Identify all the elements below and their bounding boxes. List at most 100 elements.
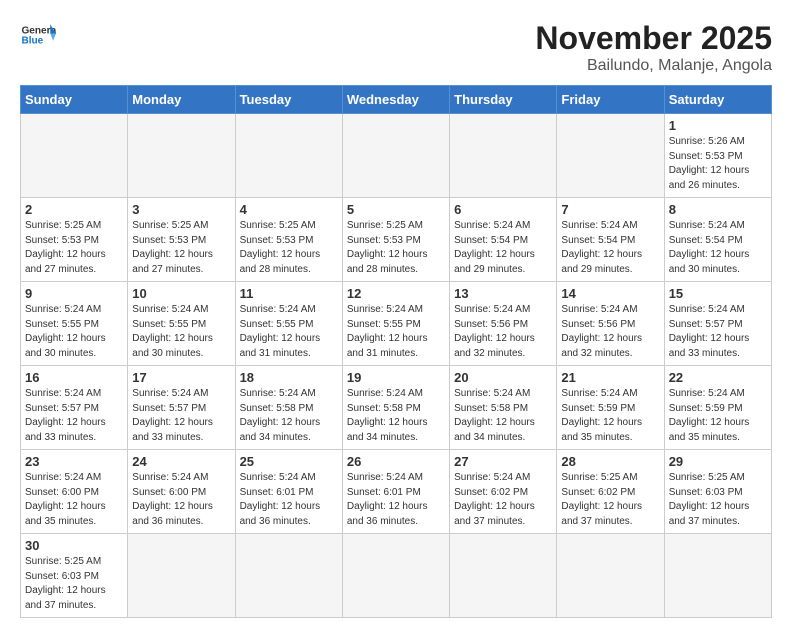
day-number: 12 — [347, 286, 445, 301]
day-info: Sunrise: 5:24 AM Sunset: 5:54 PM Dayligh… — [669, 219, 767, 277]
table-row: 17 Sunrise: 5:24 AM Sunset: 5:57 PM Dayli… — [128, 366, 235, 450]
day-info: Sunrise: 5:25 AM Sunset: 6:03 PM Dayligh… — [25, 555, 123, 613]
day-number: 19 — [347, 370, 445, 385]
table-row: 11Sunrise: 5:24 AM Sunset: 5:55 PM Dayli… — [235, 282, 342, 366]
day-number: 20 — [454, 370, 552, 385]
day-number: 9 — [25, 286, 123, 301]
col-monday: Monday — [128, 86, 235, 114]
day-info: Sunrise: 5:26 AM Sunset: 5:53 PM Dayligh… — [669, 135, 767, 193]
table-row: 27 Sunrise: 5:24 AM Sunset: 6:02 PM Dayli… — [450, 450, 557, 534]
table-row — [235, 534, 342, 618]
day-info: Sunrise: 5:24 AM Sunset: 6:01 PM Dayligh… — [347, 471, 445, 529]
table-row — [128, 114, 235, 198]
day-info: Sunrise: 5:24 AM Sunset: 5:58 PM Dayligh… — [240, 387, 338, 445]
table-row: 9Sunrise: 5:24 AM Sunset: 5:55 PM Daylig… — [21, 282, 128, 366]
day-info: Sunrise: 5:24 AM Sunset: 6:00 PM Dayligh… — [25, 471, 123, 529]
day-info: Sunrise: 5:24 AM Sunset: 5:56 PM Dayligh… — [454, 303, 552, 361]
table-row — [450, 114, 557, 198]
day-number: 10 — [132, 286, 230, 301]
day-number: 24 — [132, 454, 230, 469]
day-info: Sunrise: 5:25 AM Sunset: 5:53 PM Dayligh… — [347, 219, 445, 277]
table-row — [557, 534, 664, 618]
table-row — [450, 534, 557, 618]
table-row: 15 Sunrise: 5:24 AM Sunset: 5:57 PM Dayli… — [664, 282, 771, 366]
day-number: 29 — [669, 454, 767, 469]
table-row: 12 Sunrise: 5:24 AM Sunset: 5:55 PM Dayli… — [342, 282, 449, 366]
day-info: Sunrise: 5:24 AM Sunset: 6:00 PM Dayligh… — [132, 471, 230, 529]
day-info: Sunrise: 5:24 AM Sunset: 5:58 PM Dayligh… — [347, 387, 445, 445]
logo-icon: General Blue — [20, 20, 56, 50]
day-number: 14 — [561, 286, 659, 301]
table-row: 16 Sunrise: 5:24 AM Sunset: 5:57 PM Dayli… — [21, 366, 128, 450]
day-number: 7 — [561, 202, 659, 217]
table-row: 5Sunrise: 5:25 AM Sunset: 5:53 PM Daylig… — [342, 198, 449, 282]
day-info: Sunrise: 5:25 AM Sunset: 5:53 PM Dayligh… — [132, 219, 230, 277]
day-number: 4 — [240, 202, 338, 217]
day-info: Sunrise: 5:24 AM Sunset: 5:58 PM Dayligh… — [454, 387, 552, 445]
day-info: Sunrise: 5:24 AM Sunset: 5:59 PM Dayligh… — [561, 387, 659, 445]
day-info: Sunrise: 5:24 AM Sunset: 5:55 PM Dayligh… — [347, 303, 445, 361]
col-friday: Friday — [557, 86, 664, 114]
day-number: 1 — [669, 118, 767, 133]
table-row: 21 Sunrise: 5:24 AM Sunset: 5:59 PM Dayli… — [557, 366, 664, 450]
table-row — [128, 534, 235, 618]
table-row — [557, 114, 664, 198]
title-area: November 2025 Bailundo, Malanje, Angola — [535, 20, 772, 75]
calendar-table: Sunday Monday Tuesday Wednesday Thursday… — [20, 85, 772, 618]
table-row: 20 Sunrise: 5:24 AM Sunset: 5:58 PM Dayli… — [450, 366, 557, 450]
day-number: 22 — [669, 370, 767, 385]
col-thursday: Thursday — [450, 86, 557, 114]
day-info: Sunrise: 5:25 AM Sunset: 6:02 PM Dayligh… — [561, 471, 659, 529]
day-info: Sunrise: 5:25 AM Sunset: 6:03 PM Dayligh… — [669, 471, 767, 529]
table-row: 23Sunrise: 5:24 AM Sunset: 6:00 PM Dayli… — [21, 450, 128, 534]
day-number: 26 — [347, 454, 445, 469]
day-info: Sunrise: 5:24 AM Sunset: 5:55 PM Dayligh… — [132, 303, 230, 361]
col-wednesday: Wednesday — [342, 86, 449, 114]
table-row: 2Sunrise: 5:25 AM Sunset: 5:53 PM Daylig… — [21, 198, 128, 282]
table-row — [342, 534, 449, 618]
table-row: 19 Sunrise: 5:24 AM Sunset: 5:58 PM Dayli… — [342, 366, 449, 450]
table-row: 14 Sunrise: 5:24 AM Sunset: 5:56 PM Dayli… — [557, 282, 664, 366]
day-info: Sunrise: 5:24 AM Sunset: 6:02 PM Dayligh… — [454, 471, 552, 529]
col-tuesday: Tuesday — [235, 86, 342, 114]
day-info: Sunrise: 5:24 AM Sunset: 5:57 PM Dayligh… — [25, 387, 123, 445]
day-info: Sunrise: 5:24 AM Sunset: 5:56 PM Dayligh… — [561, 303, 659, 361]
table-row: 13 Sunrise: 5:24 AM Sunset: 5:56 PM Dayli… — [450, 282, 557, 366]
table-row: 28Sunrise: 5:25 AM Sunset: 6:02 PM Dayli… — [557, 450, 664, 534]
day-number: 16 — [25, 370, 123, 385]
header: General Blue November 2025 Bailundo, Mal… — [20, 20, 772, 75]
table-row: 7 Sunrise: 5:24 AM Sunset: 5:54 PM Daylig… — [557, 198, 664, 282]
day-number: 6 — [454, 202, 552, 217]
table-row: 18Sunrise: 5:24 AM Sunset: 5:58 PM Dayli… — [235, 366, 342, 450]
table-row: 4Sunrise: 5:25 AM Sunset: 5:53 PM Daylig… — [235, 198, 342, 282]
day-number: 2 — [25, 202, 123, 217]
day-number: 27 — [454, 454, 552, 469]
calendar-header-row: Sunday Monday Tuesday Wednesday Thursday… — [21, 86, 772, 114]
day-number: 30 — [25, 538, 123, 553]
day-number: 21 — [561, 370, 659, 385]
day-number: 17 — [132, 370, 230, 385]
table-row: 29 Sunrise: 5:25 AM Sunset: 6:03 PM Dayli… — [664, 450, 771, 534]
col-sunday: Sunday — [21, 86, 128, 114]
logo: General Blue — [20, 20, 56, 50]
svg-text:Blue: Blue — [21, 36, 43, 47]
table-row — [342, 114, 449, 198]
day-number: 8 — [669, 202, 767, 217]
table-row — [21, 114, 128, 198]
day-number: 25 — [240, 454, 338, 469]
page-subtitle: Bailundo, Malanje, Angola — [535, 57, 772, 75]
day-number: 13 — [454, 286, 552, 301]
day-info: Sunrise: 5:24 AM Sunset: 5:55 PM Dayligh… — [240, 303, 338, 361]
table-row: 3Sunrise: 5:25 AM Sunset: 5:53 PM Daylig… — [128, 198, 235, 282]
table-row: 6 Sunrise: 5:24 AM Sunset: 5:54 PM Daylig… — [450, 198, 557, 282]
day-info: Sunrise: 5:24 AM Sunset: 5:54 PM Dayligh… — [454, 219, 552, 277]
day-info: Sunrise: 5:24 AM Sunset: 5:54 PM Dayligh… — [561, 219, 659, 277]
day-info: Sunrise: 5:24 AM Sunset: 5:57 PM Dayligh… — [669, 303, 767, 361]
table-row: 8 Sunrise: 5:24 AM Sunset: 5:54 PM Daylig… — [664, 198, 771, 282]
page-title: November 2025 — [535, 20, 772, 57]
table-row: 30 Sunrise: 5:25 AM Sunset: 6:03 PM Dayli… — [21, 534, 128, 618]
day-info: Sunrise: 5:24 AM Sunset: 5:57 PM Dayligh… — [132, 387, 230, 445]
table-row: 26 Sunrise: 5:24 AM Sunset: 6:01 PM Dayli… — [342, 450, 449, 534]
day-number: 15 — [669, 286, 767, 301]
day-info: Sunrise: 5:24 AM Sunset: 6:01 PM Dayligh… — [240, 471, 338, 529]
